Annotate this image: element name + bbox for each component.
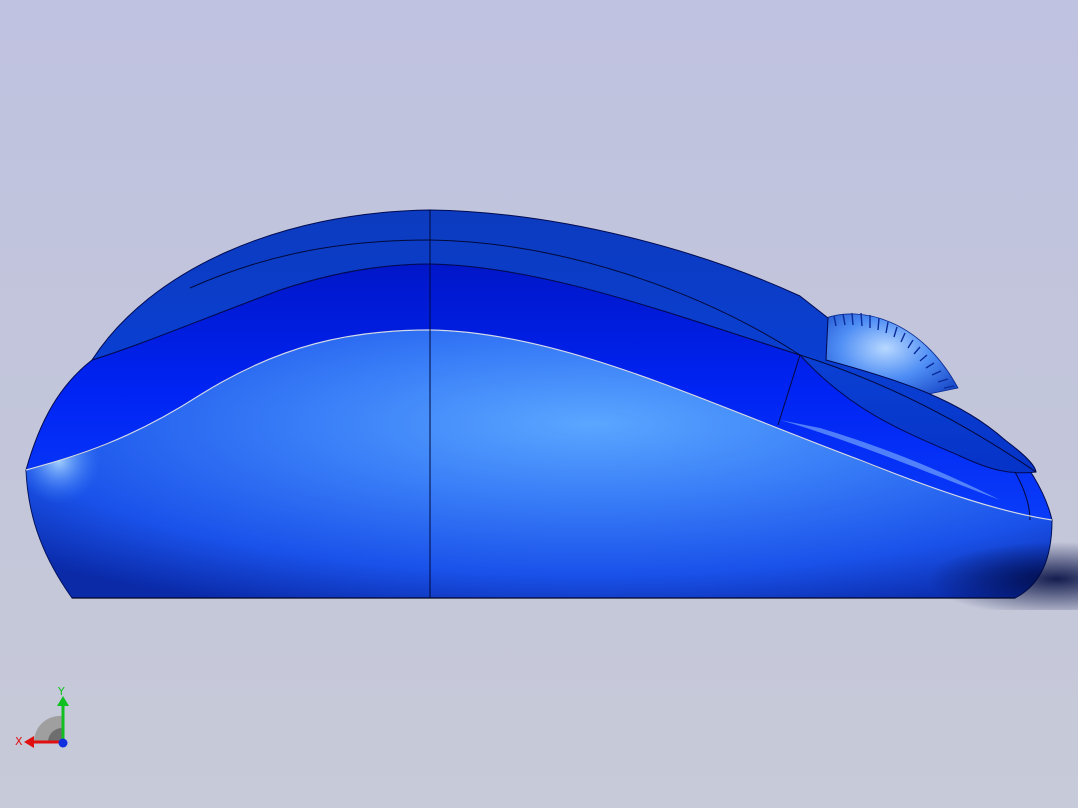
z-axis-dot-icon xyxy=(58,738,68,748)
x-axis-label: X xyxy=(15,735,23,748)
x-axis-head-icon xyxy=(24,736,34,748)
axis-triad: Y X xyxy=(10,684,80,754)
model-canvas[interactable] xyxy=(0,0,1078,808)
y-axis-label: Y xyxy=(57,685,65,698)
3d-viewport[interactable] xyxy=(0,0,1078,808)
